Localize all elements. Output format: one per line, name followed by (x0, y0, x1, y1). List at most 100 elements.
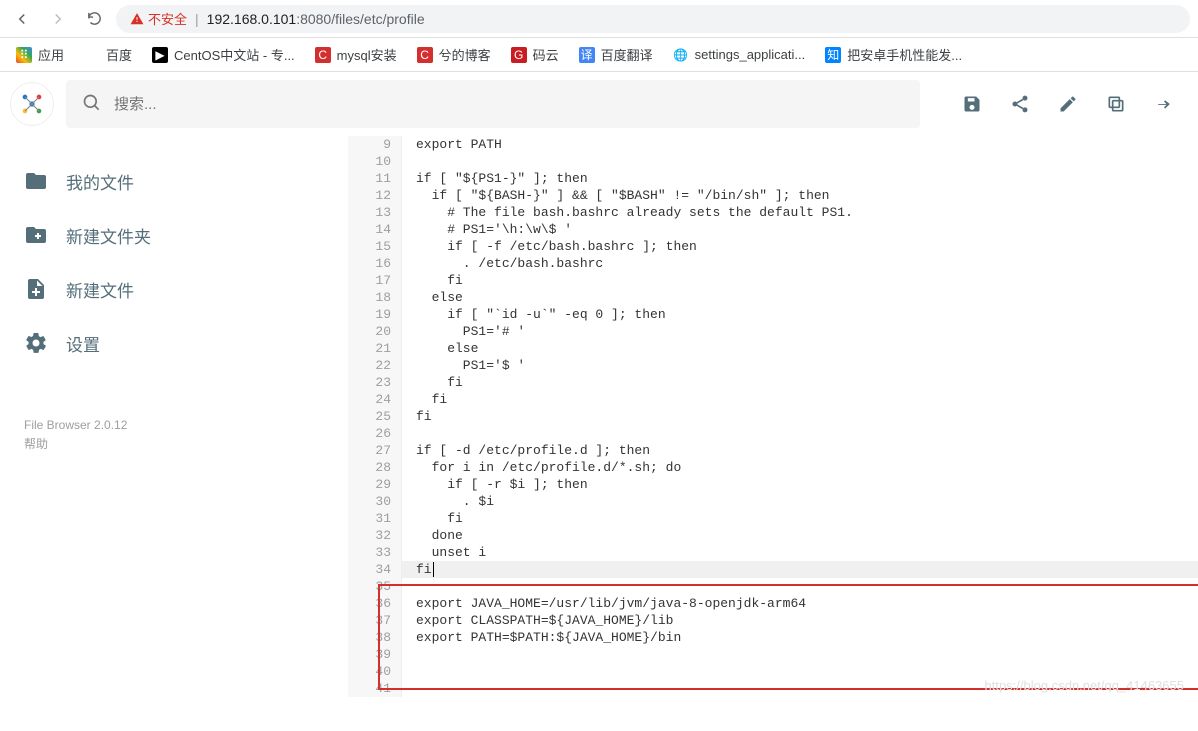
code-line[interactable] (402, 425, 1198, 442)
new-folder-icon (24, 223, 48, 247)
code-area[interactable]: export PATH if [ "${PS1-}" ]; then if [ "… (402, 136, 1198, 697)
back-button[interactable] (8, 5, 36, 33)
search-input[interactable] (114, 96, 904, 113)
code-line[interactable]: export PATH=$PATH:${JAVA_HOME}/bin (402, 629, 1198, 646)
apps-icon: ⠿ (16, 47, 32, 63)
sidebar-label: 我的文件 (66, 169, 134, 194)
app-body: 我的文件 新建文件夹 新建文件 设置 File Browser 2.0.12 帮… (0, 136, 1198, 697)
bookmark-label: 码云 (533, 45, 559, 64)
gitee-icon: G (511, 47, 527, 63)
sidebar-item-settings[interactable]: 设置 (18, 316, 338, 370)
code-line[interactable]: fi (402, 408, 1198, 425)
sidebar-label: 新建文件夹 (66, 223, 151, 248)
code-line[interactable]: PS1='# ' (402, 323, 1198, 340)
bookmark-settings[interactable]: 🌐 settings_applicati... (665, 43, 814, 67)
sidebar-item-new-folder[interactable]: 新建文件夹 (18, 208, 338, 262)
sidebar-footer: File Browser 2.0.12 帮助 (18, 416, 338, 454)
bookmark-label: 把安卓手机性能发... (847, 45, 962, 64)
sidebar-label: 新建文件 (66, 277, 134, 302)
addr-separator: | (195, 11, 199, 27)
code-line[interactable]: for i in /etc/profile.d/*.sh; do (402, 459, 1198, 476)
sidebar-item-new-file[interactable]: 新建文件 (18, 262, 338, 316)
watermark-text: https://blog.csdn.net/qq_41463655 (985, 678, 1185, 693)
reload-button[interactable] (80, 5, 108, 33)
code-line[interactable]: unset i (402, 544, 1198, 561)
bookmark-android[interactable]: 知把安卓手机性能发... (817, 41, 970, 68)
bookmark-label: CentOS中文站 - 专... (174, 45, 295, 64)
code-line[interactable]: # The file bash.bashrc already sets the … (402, 204, 1198, 221)
translate-icon: 译 (579, 47, 595, 63)
favicon-icon: C (417, 47, 433, 63)
code-line[interactable]: . /etc/bash.bashrc (402, 255, 1198, 272)
code-line[interactable]: fi (402, 561, 1198, 578)
app-header (0, 72, 1198, 136)
bookmark-centos[interactable]: ▶ CentOS中文站 - 专... (144, 41, 303, 68)
folder-icon (24, 169, 48, 193)
help-link[interactable]: 帮助 (24, 435, 338, 454)
forward-button[interactable] (44, 5, 72, 33)
sidebar-label: 设置 (66, 331, 100, 356)
app-version: File Browser 2.0.12 (24, 416, 338, 435)
new-file-icon (24, 277, 48, 301)
code-line[interactable]: if [ "${BASH-}" ] && [ "$BASH" != "/bin/… (402, 187, 1198, 204)
copy-button[interactable] (1106, 94, 1126, 114)
settings-icon (24, 331, 48, 355)
code-line[interactable]: done (402, 527, 1198, 544)
code-line[interactable]: else (402, 340, 1198, 357)
bookmarks-bar: ⠿ 应用 ✿ 百度 ▶ CentOS中文站 - 专... Cmysql安装 C 兮的博客… (0, 38, 1198, 72)
code-line[interactable]: if [ -d /etc/profile.d ]; then (402, 442, 1198, 459)
code-line[interactable] (402, 153, 1198, 170)
bookmark-apps[interactable]: ⠿ 应用 (8, 41, 72, 68)
code-line[interactable]: if [ -f /etc/bash.bashrc ]; then (402, 238, 1198, 255)
code-line[interactable] (402, 578, 1198, 595)
code-line[interactable]: export PATH (402, 136, 1198, 153)
bookmark-gitee[interactable]: G 码云 (503, 41, 567, 68)
bookmark-label: settings_applicati... (695, 47, 806, 62)
code-line[interactable]: fi (402, 391, 1198, 408)
bookmark-label: 百度翻译 (601, 45, 653, 64)
code-editor[interactable]: 9101112131415161718192021222324252627282… (348, 136, 1198, 697)
code-line[interactable]: fi (402, 374, 1198, 391)
code-line[interactable]: else (402, 289, 1198, 306)
code-line[interactable]: fi (402, 510, 1198, 527)
code-line[interactable]: . $i (402, 493, 1198, 510)
baidu-icon: ✿ (84, 47, 100, 63)
url-text: 192.168.0.101:8080/files/etc/profile (207, 11, 425, 27)
code-line[interactable]: export CLASSPATH=${JAVA_HOME}/lib (402, 612, 1198, 629)
address-bar[interactable]: 不安全 | 192.168.0.101:8080/files/etc/profi… (116, 5, 1190, 33)
bookmark-label: 应用 (38, 45, 64, 64)
code-line[interactable]: export JAVA_HOME=/usr/lib/jvm/java-8-ope… (402, 595, 1198, 612)
bookmark-translate[interactable]: 译百度翻译 (571, 41, 661, 68)
search-icon (82, 93, 102, 116)
edit-button[interactable] (1058, 94, 1078, 114)
save-button[interactable] (962, 94, 982, 114)
bookmark-baidu[interactable]: ✿ 百度 (76, 41, 140, 68)
code-line[interactable]: # PS1='\h:\w\$ ' (402, 221, 1198, 238)
bookmark-mysql[interactable]: Cmysql安装 (307, 41, 405, 68)
zhihu-icon: 知 (825, 47, 841, 63)
code-line[interactable]: fi (402, 272, 1198, 289)
action-toolbar (932, 94, 1182, 114)
insecure-label: 不安全 (148, 9, 187, 28)
share-button[interactable] (1010, 94, 1030, 114)
line-gutter: 9101112131415161718192021222324252627282… (348, 136, 402, 697)
code-line[interactable]: if [ "${PS1-}" ]; then (402, 170, 1198, 187)
centos-icon: ▶ (152, 47, 168, 63)
code-line[interactable]: if [ -r $i ]; then (402, 476, 1198, 493)
globe-icon: 🌐 (673, 47, 689, 63)
bookmark-blog[interactable]: C 兮的博客 (409, 41, 499, 68)
app-logo[interactable] (10, 82, 54, 126)
forward-arrow-button[interactable] (1154, 94, 1174, 114)
bookmark-label: 百度 (106, 45, 132, 64)
sidebar: 我的文件 新建文件夹 新建文件 设置 File Browser 2.0.12 帮… (0, 136, 348, 697)
code-line[interactable]: PS1='$ ' (402, 357, 1198, 374)
code-line[interactable] (402, 646, 1198, 663)
favicon-icon: C (315, 47, 331, 63)
search-box[interactable] (66, 80, 920, 128)
browser-toolbar: 不安全 | 192.168.0.101:8080/files/etc/profi… (0, 0, 1198, 38)
bookmark-label: 兮的博客 (439, 45, 491, 64)
code-line[interactable]: if [ "`id -u`" -eq 0 ]; then (402, 306, 1198, 323)
sidebar-item-files[interactable]: 我的文件 (18, 154, 338, 208)
insecure-badge: 不安全 (130, 9, 187, 28)
bookmark-label: mysql安装 (337, 45, 397, 64)
